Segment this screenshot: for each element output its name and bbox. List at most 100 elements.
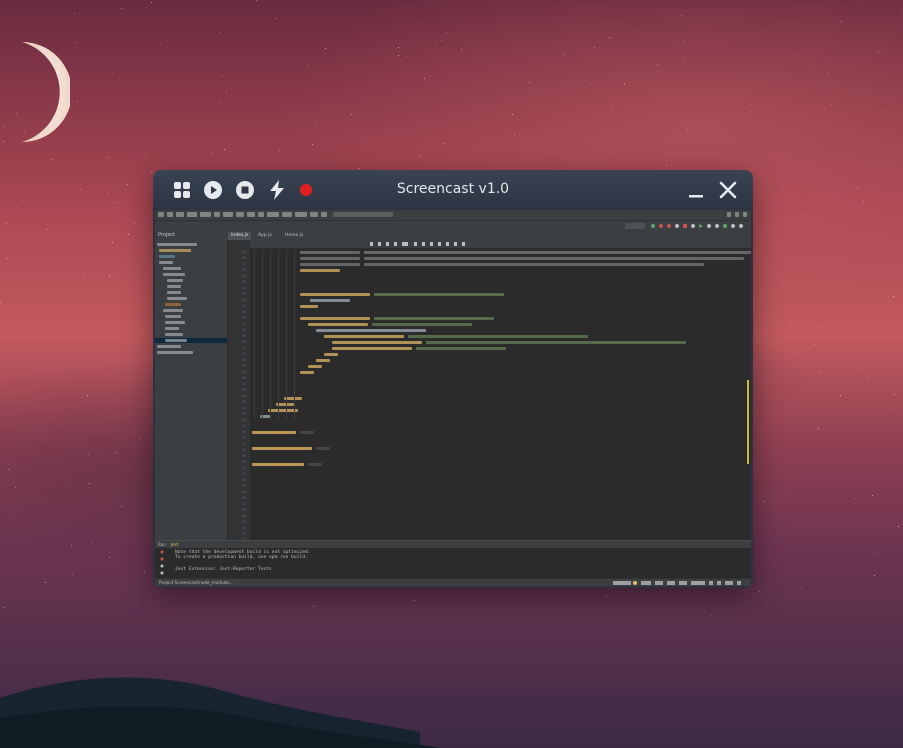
star: [221, 75, 223, 77]
tree-item[interactable]: [155, 242, 227, 247]
star: [219, 103, 221, 105]
star: [854, 497, 856, 499]
tree-item[interactable]: [155, 284, 227, 289]
code-token: [300, 251, 360, 254]
star: [143, 570, 145, 572]
star: [893, 393, 895, 395]
tree-item[interactable]: [155, 308, 227, 313]
star: [45, 582, 47, 584]
star: [665, 165, 667, 167]
line-number: 28: [241, 268, 246, 272]
star: [681, 15, 683, 17]
code-token: [316, 447, 330, 450]
tree-item[interactable]: [155, 350, 227, 355]
code-token: [324, 335, 404, 338]
tree-item[interactable]: [155, 272, 227, 277]
star: [809, 163, 811, 165]
star: [108, 557, 110, 559]
tree-item[interactable]: [155, 248, 227, 253]
code-token: [316, 359, 330, 362]
star: [608, 37, 610, 39]
tab-run[interactable]: Run: [158, 542, 166, 547]
tree-item[interactable]: [155, 260, 227, 265]
star: [460, 48, 462, 50]
tab-app-js[interactable]: App.js: [255, 232, 275, 240]
tree-item[interactable]: [155, 278, 227, 283]
star: [624, 82, 626, 84]
line-number: 60: [241, 460, 246, 464]
star: [722, 83, 724, 85]
tree-item[interactable]: [155, 326, 227, 331]
star: [159, 43, 161, 45]
find-bar[interactable]: [250, 240, 751, 248]
star: [313, 605, 315, 607]
ide-status-bar: Project Screencast/node_modules...: [155, 578, 751, 586]
line-number: 71: [241, 526, 246, 530]
star: [874, 553, 876, 555]
code-token: [374, 317, 494, 320]
tree-item[interactable]: [155, 296, 227, 301]
tab-jest[interactable]: Jest: [171, 542, 178, 547]
close-icon[interactable]: [717, 179, 739, 201]
indent-guide: [286, 250, 287, 420]
code-token: [300, 305, 318, 308]
star: [13, 490, 15, 492]
line-number: 61: [241, 466, 246, 470]
tree-item[interactable]: [155, 266, 227, 271]
line-number: 33: [241, 298, 246, 302]
star: [120, 506, 122, 508]
tree-item[interactable]: [155, 302, 227, 307]
line-number: 40: [241, 340, 246, 344]
line-number: 30: [241, 280, 246, 284]
star: [114, 451, 116, 453]
star: [70, 544, 72, 546]
line-number: 44: [241, 364, 246, 368]
star: [111, 241, 113, 243]
line-number: 57: [241, 442, 246, 446]
star: [818, 428, 820, 430]
star: [892, 296, 894, 298]
tree-item[interactable]: [155, 344, 227, 349]
minimize-icon[interactable]: [685, 179, 707, 201]
code-token: [252, 431, 296, 434]
tree-item[interactable]: [155, 320, 227, 325]
line-number: 32: [241, 292, 246, 296]
code-token: [252, 463, 304, 466]
tree-item-bar: [157, 351, 193, 354]
star: [417, 97, 419, 99]
run-panel-tabs: Run Jest: [155, 541, 751, 548]
code-token: [300, 371, 314, 374]
tree-item-bar: [167, 297, 187, 300]
line-number: 45: [241, 370, 246, 374]
line-number: 69: [241, 514, 246, 518]
star: [98, 296, 100, 298]
project-panel-header[interactable]: Project: [155, 231, 227, 240]
code-editor[interactable]: 25 26 27 28 29 30 31 32 33 34 35 36 37 38 39 40 41 42 43 44…: [228, 240, 751, 548]
indent-guide: [254, 250, 255, 420]
star: [749, 110, 751, 112]
star: [127, 234, 129, 236]
tree-item[interactable]: [155, 338, 227, 343]
title-bar[interactable]: Screencast v1.0: [153, 170, 753, 210]
star: [126, 184, 128, 186]
tree-item[interactable]: [155, 332, 227, 337]
star: [107, 157, 109, 159]
tree-item[interactable]: [155, 290, 227, 295]
star: [324, 47, 326, 49]
star: [71, 574, 73, 576]
star: [413, 599, 415, 601]
tree-item-bar: [159, 261, 173, 264]
tree-item-bar: [159, 249, 191, 252]
star: [398, 55, 400, 57]
tree-item[interactable]: [155, 254, 227, 259]
star: [683, 41, 685, 43]
star: [821, 329, 823, 331]
line-number: 56: [241, 436, 246, 440]
tab-home-js[interactable]: Home.js: [282, 232, 306, 240]
tree-item[interactable]: [155, 314, 227, 319]
line-number: 72: [241, 532, 246, 536]
ide-menu-bar: [155, 210, 751, 220]
star: [61, 259, 63, 261]
run-panel: Run Jest Note that the development build…: [155, 540, 751, 579]
run-panel-actions[interactable]: [158, 550, 166, 578]
